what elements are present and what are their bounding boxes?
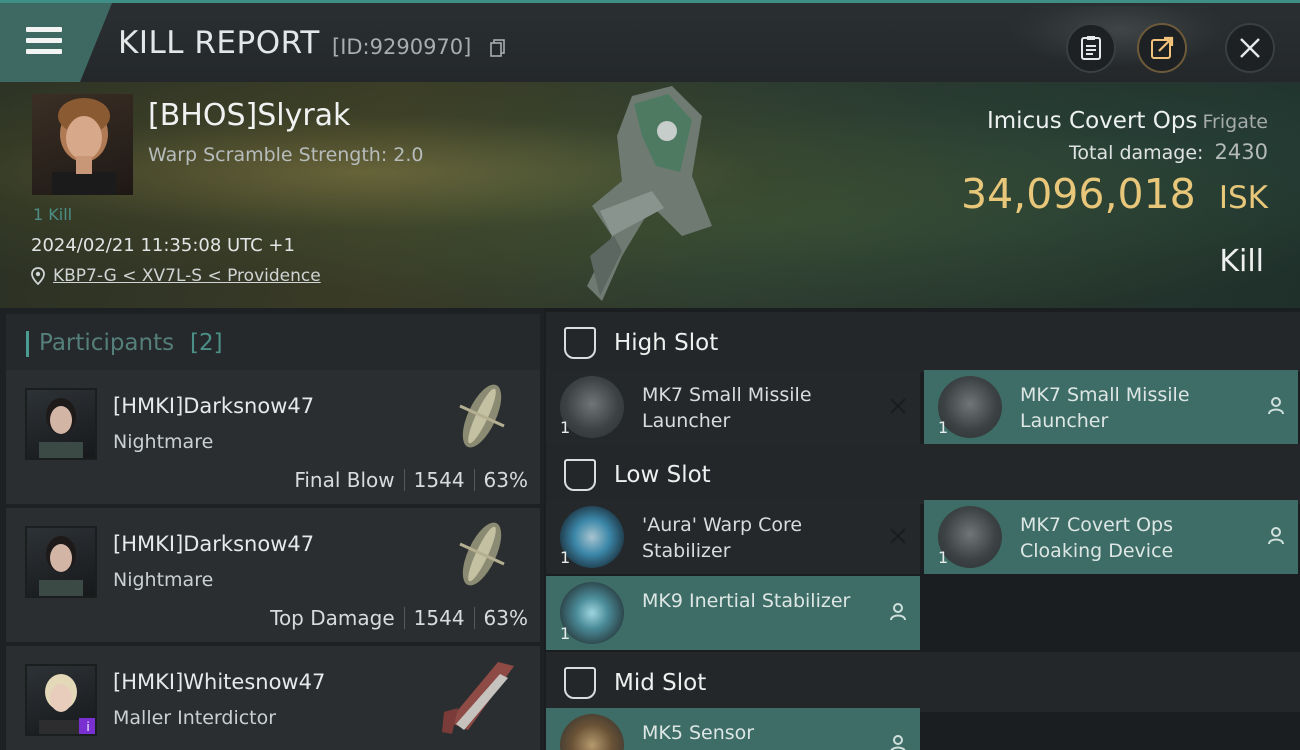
module-quantity: 1: [938, 548, 949, 567]
module-name: MK7 Small Missile Launcher: [642, 384, 812, 432]
isk-value: 34,096,018: [961, 170, 1196, 218]
avatar[interactable]: [25, 388, 97, 460]
participants-header-bar: [26, 331, 29, 357]
low-slot-title: Low Slot: [614, 462, 711, 488]
module-name: MK9 Inertial Stabilizer: [642, 590, 851, 612]
participant-percent: 63%: [483, 606, 528, 630]
participants-panel: Participants [2] [HMKI]Darksnow47 Nightm…: [0, 308, 544, 750]
participant-ship-image: [442, 662, 514, 734]
participant-card[interactable]: [HMKI]Darksnow47 Nightmare Top Damage 154…: [6, 508, 540, 642]
total-damage-label: Total damage:: [1069, 142, 1204, 164]
isk-value-row: 34,096,018 ISK: [961, 170, 1268, 218]
low-slot-header: Low Slot: [546, 444, 1300, 504]
slot-icon: [564, 459, 596, 491]
mid-slot-header: Mid Slot: [546, 652, 1300, 712]
participant-card[interactable]: i [HMKI]Whitesnow47 Maller Interdictor: [6, 646, 540, 750]
slot-icon: [564, 667, 596, 699]
total-damage-value: 2430: [1214, 140, 1268, 164]
destroyed-x-icon: [890, 398, 906, 414]
participant-ship: Nightmare: [113, 431, 214, 453]
header-ship-decoration: [1010, 6, 1230, 66]
location-pin-icon: [31, 267, 45, 285]
report-type: Kill: [1219, 244, 1264, 279]
victim-ship-name[interactable]: Imicus Covert Ops: [987, 108, 1197, 134]
copy-icon[interactable]: [490, 39, 506, 57]
module-name: 'Aura' Warp Core Stabilizer: [642, 514, 803, 562]
victim-avatar-image: [52, 98, 116, 195]
victim-portrait[interactable]: [32, 94, 133, 195]
participant-damage: 1544: [413, 606, 465, 630]
participant-role: Top Damage: [270, 606, 395, 630]
participant-percent: 63%: [483, 468, 528, 492]
person-icon: [1268, 527, 1284, 545]
module-quantity: 1: [560, 624, 571, 643]
participant-ship-image: [459, 522, 505, 586]
info-badge-icon: i: [79, 718, 95, 734]
warp-scramble-strength: Warp Scramble Strength: 2.0: [148, 144, 424, 166]
close-icon: [1240, 38, 1260, 58]
victim-banner: [BHOS]Slyrak Warp Scramble Strength: 2.0…: [0, 82, 1300, 308]
module-name: MK7 Covert Ops Cloaking Device: [1020, 514, 1174, 562]
participant-ship: Maller Interdictor: [113, 707, 277, 729]
high-slot-header: High Slot: [546, 312, 1300, 372]
participant-ship-image: [459, 384, 505, 448]
location-row[interactable]: KBP7-G < XV7L-S < Providence: [31, 266, 321, 286]
total-damage-row: Total damage: 2430: [1069, 140, 1268, 164]
mid-slot-title: Mid Slot: [614, 670, 707, 696]
victim-name[interactable]: [BHOS]Slyrak: [148, 98, 350, 133]
person-icon: [890, 603, 906, 621]
export-icon: [1151, 36, 1174, 59]
module-item[interactable]: 1 'Aura' Warp Core Stabilizer: [546, 500, 920, 574]
clipboard-icon: [1081, 36, 1101, 60]
isk-unit: ISK: [1218, 180, 1268, 216]
sensor-module-icon: [560, 714, 624, 750]
close-button[interactable]: [1225, 23, 1275, 73]
participants-title: Participants: [39, 330, 175, 356]
participant-avatar-image: [39, 398, 83, 458]
participant-stats: Final Blow 1544 63%: [294, 468, 528, 492]
module-item[interactable]: 1 MK7 Covert Ops Cloaking Device: [924, 500, 1298, 574]
slot-icon: [564, 327, 596, 359]
clipboard-button[interactable]: [1066, 23, 1116, 73]
destroyed-x-icon: [890, 528, 906, 544]
participant-card[interactable]: [HMKI]Darksnow47 Nightmare Final Blow 154…: [6, 370, 540, 504]
victim-ship-image: [587, 86, 712, 301]
participants-header: Participants [2]: [6, 314, 540, 370]
menu-icon: [26, 27, 62, 57]
fitting-panel: High Slot 1 MK7 Small Missile Launcher 1…: [544, 308, 1300, 750]
module-quantity: 1: [560, 548, 571, 567]
module-item[interactable]: 1 MK9 Inertial Stabilizer: [546, 576, 920, 650]
module-item[interactable]: 1 MK7 Small Missile Launcher: [924, 370, 1298, 444]
participant-name[interactable]: [HMKI]Darksnow47: [113, 532, 314, 556]
avatar[interactable]: [25, 526, 97, 598]
location-link[interactable]: KBP7-G < XV7L-S < Providence: [53, 266, 321, 286]
module-quantity: 1: [560, 418, 571, 437]
kill-count: 1 Kill: [33, 205, 73, 224]
menu-button[interactable]: [0, 3, 112, 82]
module-name: MK5 Sensor: [642, 722, 755, 744]
participant-name[interactable]: [HMKI]Darksnow47: [113, 394, 314, 418]
participant-damage: 1544: [413, 468, 465, 492]
participant-role: Final Blow: [294, 468, 395, 492]
header-bar: KILL REPORT [ID:9290970]: [0, 0, 1300, 82]
report-id: [ID:9290970]: [332, 35, 472, 59]
person-icon: [1268, 397, 1284, 415]
participant-name[interactable]: [HMKI]Whitesnow47: [113, 670, 325, 694]
page-title: KILL REPORT: [118, 25, 320, 61]
module-item[interactable]: MK5 Sensor: [546, 708, 920, 750]
participant-avatar-image: [39, 536, 83, 596]
participants-count: [2]: [190, 330, 223, 356]
victim-ship-class: Frigate: [1202, 111, 1268, 133]
module-item[interactable]: 1 MK7 Small Missile Launcher: [546, 370, 920, 444]
participant-stats: Top Damage 1544 63%: [270, 606, 528, 630]
module-quantity: 1: [938, 418, 949, 437]
export-button[interactable]: [1137, 23, 1187, 73]
ship-info: Imicus Covert Ops Frigate: [987, 108, 1268, 134]
module-name: MK7 Small Missile Launcher: [1020, 384, 1190, 432]
avatar[interactable]: i: [25, 664, 97, 736]
person-icon: [890, 735, 906, 750]
participant-ship: Nightmare: [113, 569, 214, 591]
kill-timestamp: 2024/02/21 11:35:08 UTC +1: [31, 235, 295, 256]
high-slot-title: High Slot: [614, 330, 719, 356]
